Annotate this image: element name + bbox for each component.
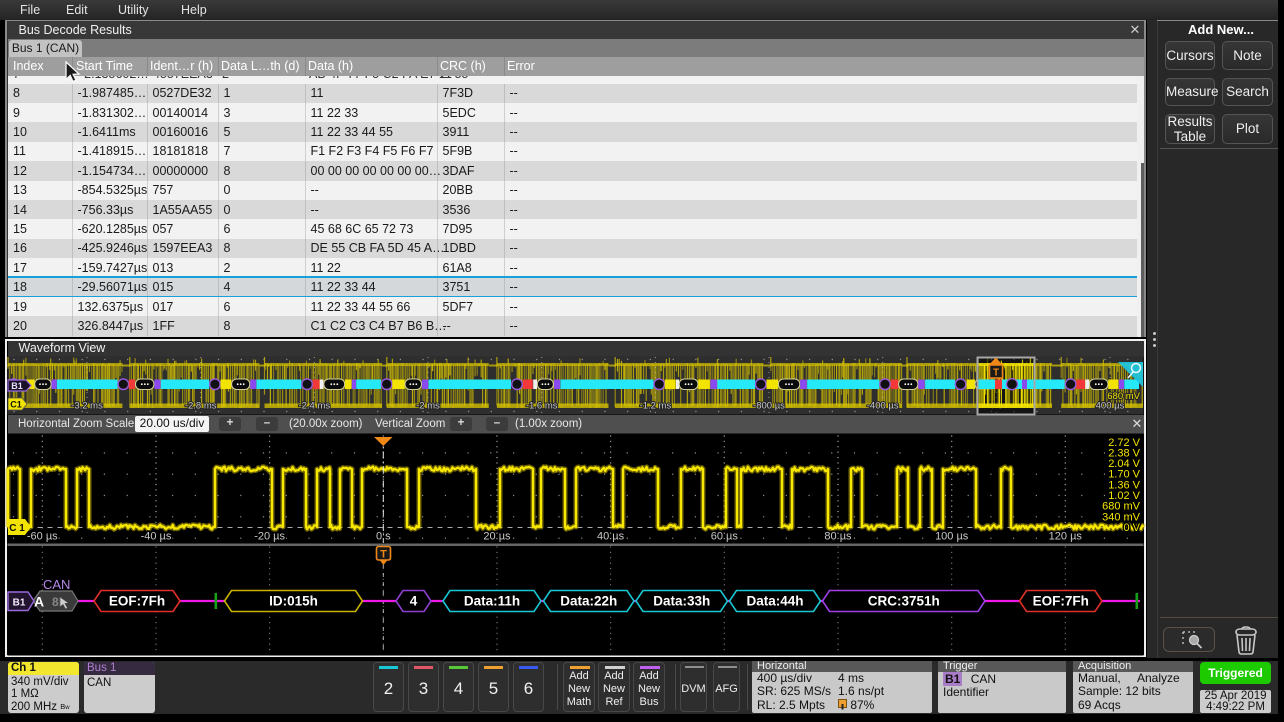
svg-text:-2 ms: -2 ms <box>416 401 440 412</box>
svg-text:Data:33h: Data:33h <box>653 594 710 609</box>
svg-text:EOF:7Fh: EOF:7Fh <box>1033 594 1089 609</box>
svg-text:T: T <box>380 549 387 561</box>
svg-text:B1: B1 <box>11 381 23 391</box>
svg-text:ID:015h: ID:015h <box>269 594 318 609</box>
svg-text:60 µs: 60 µs <box>711 531 739 543</box>
svg-text:-1.2 ms: -1.2 ms <box>640 401 672 412</box>
svg-text:20 µs: 20 µs <box>483 531 511 543</box>
svg-text:-2.4 ms: -2.4 ms <box>298 401 330 412</box>
svg-text:4: 4 <box>410 594 418 609</box>
svg-text:-20 µs: -20 µs <box>254 531 285 543</box>
svg-text:CRC:3751h: CRC:3751h <box>868 594 940 609</box>
svg-text:-40 µs: -40 µs <box>141 531 172 543</box>
svg-text:-400 µs: -400 µs <box>867 401 899 412</box>
svg-text:EOF:7Fh: EOF:7Fh <box>109 594 165 609</box>
svg-text:-1.6 ms: -1.6 ms <box>526 401 558 412</box>
svg-text:Data:11h: Data:11h <box>464 594 520 609</box>
svg-text:C 1: C 1 <box>9 523 25 534</box>
svg-text:40 µs: 40 µs <box>597 531 625 543</box>
svg-text:-60 µs: -60 µs <box>27 531 58 543</box>
svg-text:100 µs: 100 µs <box>935 531 969 543</box>
svg-text:0 s: 0 s <box>376 531 391 543</box>
svg-text:-800 µs: -800 µs <box>753 401 785 412</box>
svg-text:B1: B1 <box>13 598 26 609</box>
svg-text:400 µs: 400 µs <box>1096 401 1125 412</box>
svg-text:80 µs: 80 µs <box>824 531 852 543</box>
svg-text:-3.2 ms: -3.2 ms <box>71 401 103 412</box>
svg-text:C1: C1 <box>10 400 22 410</box>
svg-text:Data:44h: Data:44h <box>746 594 803 609</box>
svg-text:120 µs: 120 µs <box>1049 531 1083 543</box>
svg-text:-2.8 ms: -2.8 ms <box>185 401 217 412</box>
svg-text:CAN: CAN <box>43 577 70 592</box>
svg-text:0 V: 0 V <box>1123 522 1140 534</box>
svg-text:A: A <box>34 594 44 610</box>
svg-text:T: T <box>993 368 999 379</box>
svg-text:680 mV: 680 mV <box>1107 391 1140 402</box>
svg-text:Data:22h: Data:22h <box>560 594 617 609</box>
